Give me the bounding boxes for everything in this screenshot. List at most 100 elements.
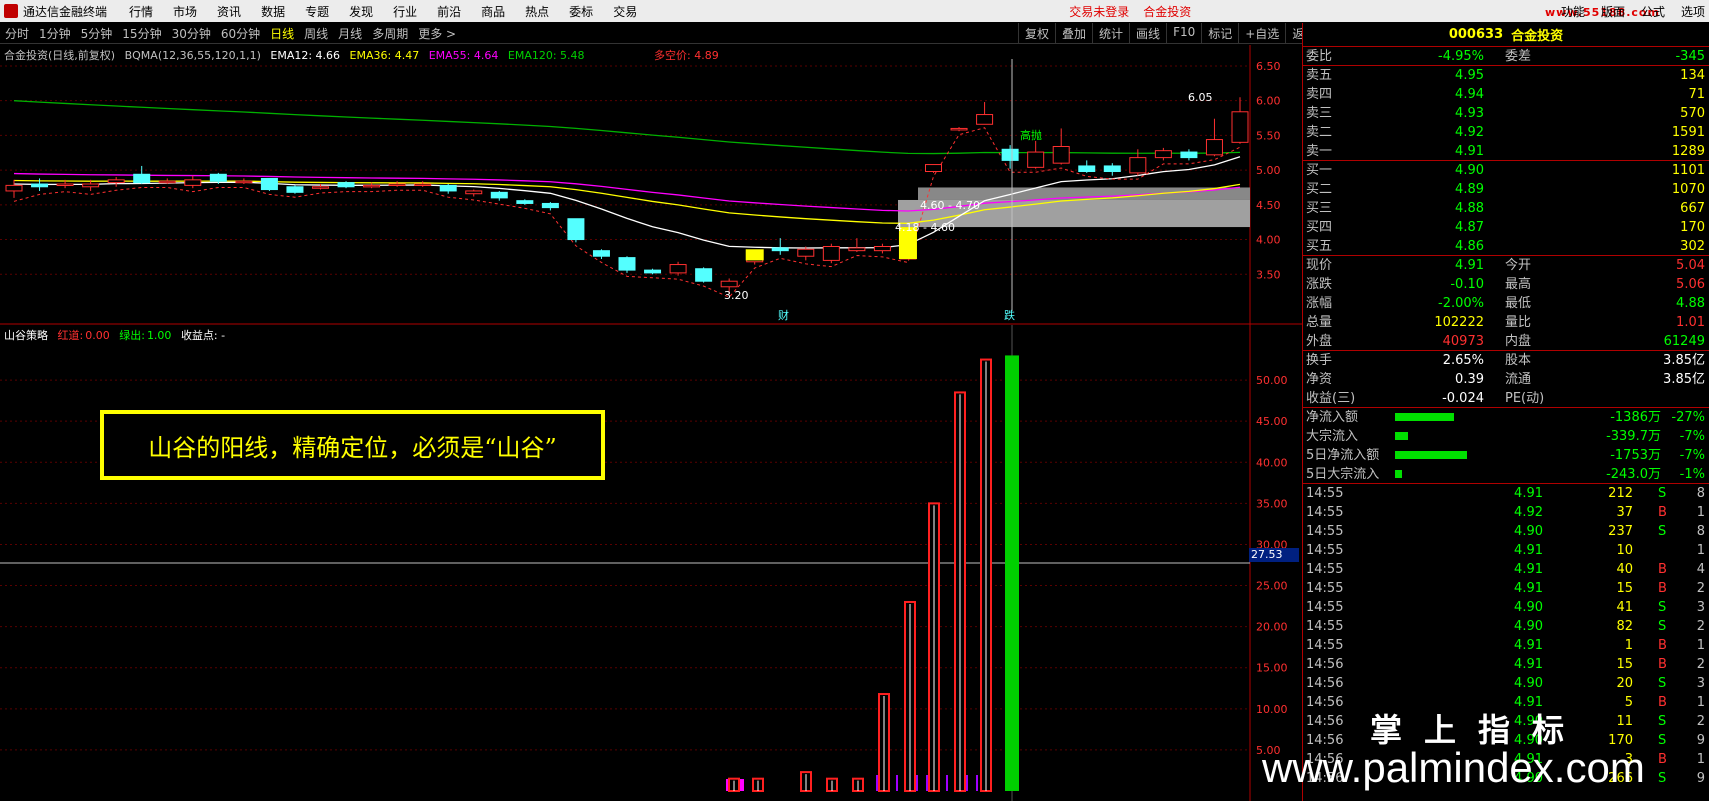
stock-name: 合金投资 bbox=[1511, 29, 1564, 44]
legend-ema12: EMA12: 4.66 bbox=[270, 49, 341, 62]
period-tab[interactable]: 多周期 bbox=[372, 25, 408, 42]
bid-level[interactable]: 买四 4.87 170 bbox=[1303, 218, 1709, 237]
menu-bar: 通达信金融终端 行情 市场 资讯 数据 专题 发现 行业 前沿 商品 热点 委标… bbox=[0, 0, 1709, 22]
menu-item[interactable]: 资讯 bbox=[217, 3, 241, 20]
period-tab[interactable]: 15分钟 bbox=[122, 25, 161, 42]
stat-value: 102222 bbox=[1434, 315, 1484, 330]
tick-side: B bbox=[1658, 752, 1667, 767]
fundamental-row: 换手 2.65% 股本 3.85亿 bbox=[1303, 351, 1709, 370]
tick-row: 14:55 4.90 41 S 3 bbox=[1303, 598, 1709, 617]
tick-row: 14:56 4.91 15 B 2 bbox=[1303, 655, 1709, 674]
stat-value: 4.91 bbox=[1455, 258, 1484, 273]
trade-login-status[interactable]: 交易未登录 bbox=[1069, 3, 1129, 20]
period-tab[interactable]: 30分钟 bbox=[172, 25, 211, 42]
y-tick-label: 45.00 bbox=[1256, 415, 1288, 428]
chart-tool-button[interactable]: +自选 bbox=[1238, 23, 1285, 44]
bid-level[interactable]: 买二 4.89 1070 bbox=[1303, 180, 1709, 199]
chart-tool-button[interactable]: 统计 bbox=[1092, 23, 1129, 44]
ask-level[interactable]: 卖四 4.94 71 bbox=[1303, 85, 1709, 104]
y-tick-label: 25.00 bbox=[1256, 580, 1288, 593]
ask-level[interactable]: 卖一 4.91 1289 bbox=[1303, 142, 1709, 161]
stock-code: 000633 bbox=[1448, 27, 1504, 42]
tick-price: 4.91 bbox=[1514, 562, 1543, 577]
bid-level[interactable]: 买三 4.88 667 bbox=[1303, 199, 1709, 218]
tick-price: 4.91 bbox=[1514, 657, 1543, 672]
bid-level[interactable]: 买五 4.86 302 bbox=[1303, 237, 1709, 256]
tick-time: 14:55 bbox=[1306, 619, 1344, 634]
tick-volume: 37 bbox=[1616, 505, 1633, 520]
current-stock-link[interactable]: 合金投资 bbox=[1143, 3, 1191, 20]
stat-label: 外盘 bbox=[1306, 334, 1333, 349]
tick-side: B bbox=[1658, 581, 1667, 596]
flow-row: 5日净流入额 -1753万 -7% bbox=[1303, 446, 1709, 465]
tick-time: 14:55 bbox=[1306, 486, 1344, 501]
candle bbox=[873, 243, 891, 254]
menu-formula[interactable]: 公式 bbox=[1641, 3, 1665, 20]
menu-function[interactable]: 功能 bbox=[1561, 3, 1585, 20]
y-tick-label: 15.00 bbox=[1256, 662, 1288, 675]
stat-label: 内盘 bbox=[1505, 334, 1532, 349]
period-tab[interactable]: 1分钟 bbox=[39, 25, 71, 42]
tick-side: B bbox=[1658, 657, 1667, 672]
menu-item[interactable]: 行情 bbox=[129, 3, 153, 20]
period-tab[interactable]: 周线 bbox=[304, 25, 328, 42]
stat-value: -0.10 bbox=[1450, 277, 1484, 292]
order-diff-label: 委差 bbox=[1505, 49, 1532, 64]
tick-count: 2 bbox=[1696, 619, 1705, 634]
fundamental-value: -0.024 bbox=[1442, 391, 1484, 406]
candle bbox=[541, 202, 559, 211]
ask-price: 4.91 bbox=[1455, 144, 1484, 159]
period-tab[interactable]: 日线 bbox=[270, 25, 294, 42]
legend-stock: 合金投资(日线,前复权) bbox=[4, 49, 116, 62]
indicator-profit: 收益点: - bbox=[180, 329, 226, 342]
bid-level[interactable]: 买一 4.90 1101 bbox=[1303, 161, 1709, 180]
menu-item[interactable]: 数据 bbox=[261, 3, 285, 20]
menu-item[interactable]: 行业 bbox=[393, 3, 417, 20]
fundamental-row: 净资 0.39 流通 3.85亿 bbox=[1303, 370, 1709, 389]
candle bbox=[1154, 147, 1172, 161]
kline-chart[interactable]: 6.50 6.00 5.50 5.00 4.50 4.00 3.50 6.05 3.20 4.60… bbox=[0, 45, 1302, 325]
period-tab[interactable]: 分时 bbox=[5, 25, 29, 42]
flow-row: 5日大宗流入 -243.0万 -1% bbox=[1303, 465, 1709, 484]
indicator-green-value: 1.00 bbox=[146, 329, 172, 342]
tick-count: 8 bbox=[1696, 486, 1705, 501]
menu-item[interactable]: 发现 bbox=[349, 3, 373, 20]
period-tab[interactable]: 更多 > bbox=[418, 25, 456, 42]
indicator-chart[interactable]: 50.00 45.00 40.00 35.00 30.00 25.00 20.00 15.00… bbox=[0, 325, 1302, 801]
menu-layout[interactable]: 版面 bbox=[1601, 3, 1625, 20]
period-tab[interactable]: 60分钟 bbox=[221, 25, 260, 42]
menu-item[interactable]: 交易 bbox=[613, 3, 637, 20]
tick-side: S bbox=[1658, 486, 1667, 501]
chart-tool-buttons: 复权叠加统计画线F10标记+自选返回 bbox=[1018, 23, 1322, 44]
tick-count: 3 bbox=[1696, 600, 1705, 615]
bid-price: 4.87 bbox=[1455, 220, 1484, 235]
chart-tool-button[interactable]: 标记 bbox=[1201, 23, 1238, 44]
tick-volume: 82 bbox=[1616, 619, 1633, 634]
ask-label: 卖四 bbox=[1306, 87, 1333, 102]
chart-tool-button[interactable]: 叠加 bbox=[1055, 23, 1092, 44]
menu-item[interactable]: 热点 bbox=[525, 3, 549, 20]
chart-tool-button[interactable]: 复权 bbox=[1018, 23, 1055, 44]
chart-tool-button[interactable]: 画线 bbox=[1129, 23, 1166, 44]
tick-time: 14:55 bbox=[1306, 581, 1344, 596]
menu-item[interactable]: 专题 bbox=[305, 3, 329, 20]
tick-row: 14:55 4.91 15 B 2 bbox=[1303, 579, 1709, 598]
period-tab[interactable]: 5分钟 bbox=[81, 25, 113, 42]
menu-item[interactable]: 市场 bbox=[173, 3, 197, 20]
chart-tool-button[interactable]: F10 bbox=[1166, 23, 1201, 44]
bid-price: 4.86 bbox=[1455, 239, 1484, 254]
menu-item[interactable]: 委标 bbox=[569, 3, 593, 20]
ask-book: 卖五 4.95 134 卖四 4.94 71 卖三 4.93 570 卖二 4.92 1591 卖一 4.… bbox=[1303, 66, 1709, 161]
bid-label: 买一 bbox=[1306, 163, 1333, 178]
ask-level[interactable]: 卖五 4.95 134 bbox=[1303, 66, 1709, 85]
ask-level[interactable]: 卖二 4.92 1591 bbox=[1303, 123, 1709, 142]
menu-options[interactable]: 选项 bbox=[1681, 3, 1705, 20]
menu-item[interactable]: 商品 bbox=[481, 3, 505, 20]
legend-indicator[interactable]: BQMA(12,36,55,120,1,1) bbox=[125, 49, 261, 62]
tick-side: S bbox=[1658, 714, 1667, 729]
menu-item[interactable]: 前沿 bbox=[437, 3, 461, 20]
indicator-name[interactable]: 山谷策略 bbox=[4, 329, 48, 342]
tick-count: 1 bbox=[1696, 505, 1705, 520]
ask-level[interactable]: 卖三 4.93 570 bbox=[1303, 104, 1709, 123]
period-tab[interactable]: 月线 bbox=[338, 25, 362, 42]
